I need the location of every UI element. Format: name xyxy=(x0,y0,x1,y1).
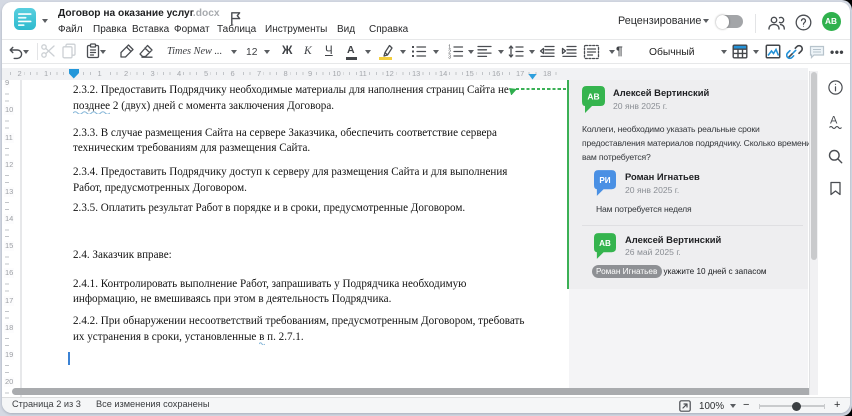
svg-text:АВ: АВ xyxy=(599,239,611,248)
svg-text:АВ: АВ xyxy=(587,92,599,102)
svg-text:3: 3 xyxy=(448,55,451,60)
svg-text:РИ: РИ xyxy=(599,176,610,185)
svg-text:A: A xyxy=(830,115,838,127)
